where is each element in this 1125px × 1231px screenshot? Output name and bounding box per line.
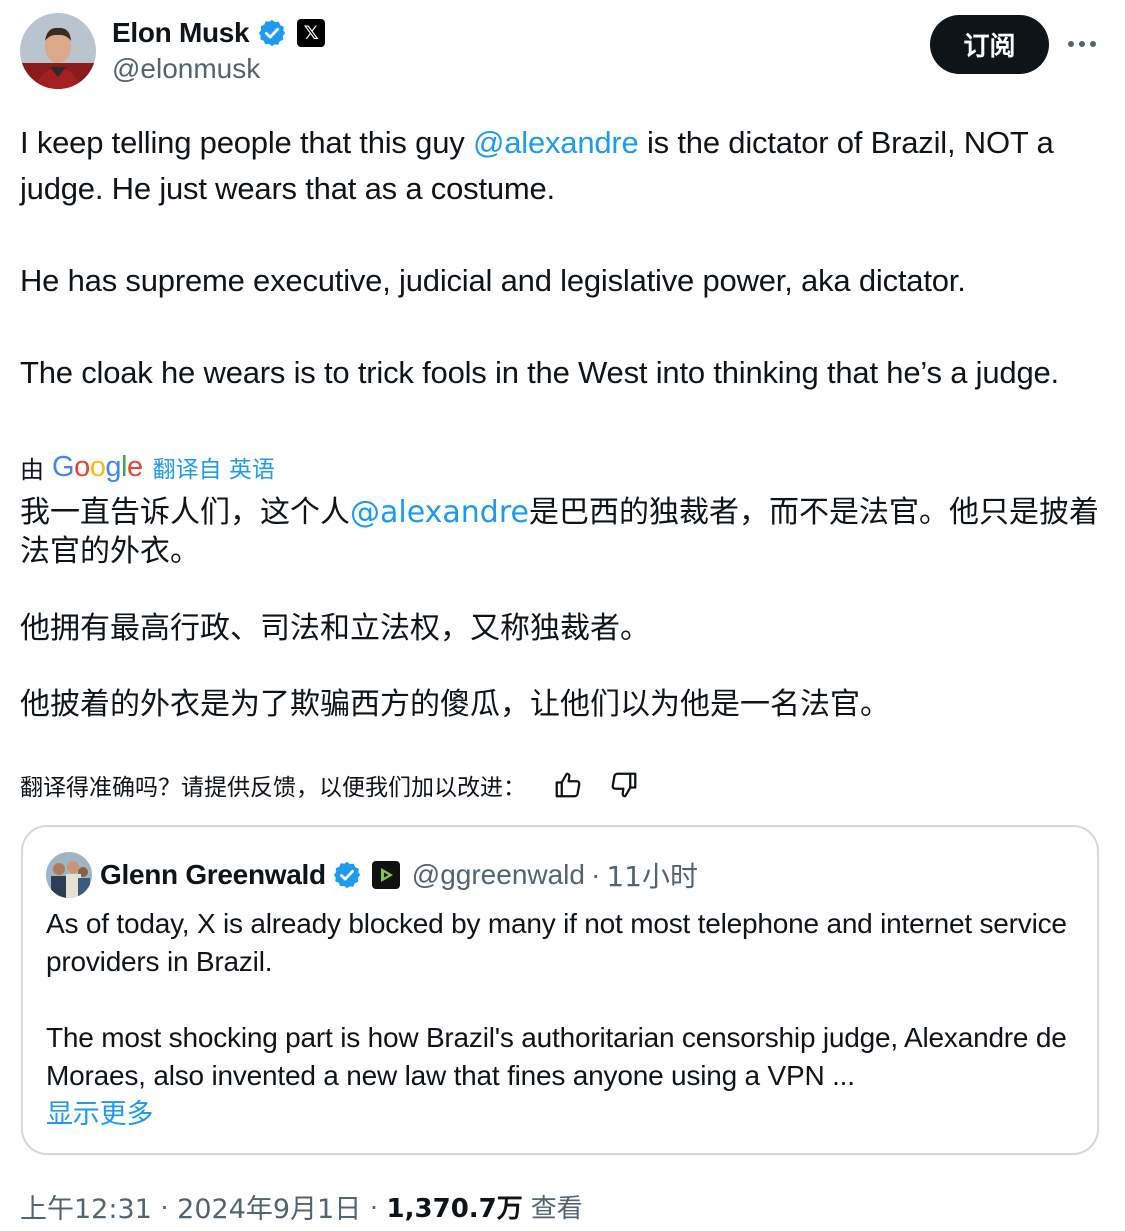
separator-dot: · xyxy=(159,1190,170,1221)
tweet-paragraph-3: The cloak he wears is to trick fools in … xyxy=(20,355,1059,390)
tweet-paragraph-2: He has supreme executive, judicial and l… xyxy=(20,263,966,298)
post-date[interactable]: 2024年9月1日 xyxy=(177,1187,361,1226)
quoted-tweet-time[interactable]: 11小时 xyxy=(606,855,698,895)
quoted-paragraph-2: The most shocking part is how Brazil's a… xyxy=(46,1022,1067,1091)
translated-from-link[interactable]: 翻译自 英语 xyxy=(153,450,275,484)
show-more-link[interactable]: 显示更多 xyxy=(46,1096,153,1134)
tweet-text-segment: I keep telling people that this guy xyxy=(20,125,473,160)
google-logo: Google xyxy=(52,450,143,483)
thumbs-up-icon[interactable] xyxy=(552,769,584,801)
x-affiliation-icon[interactable]: 𝕏 xyxy=(297,19,326,47)
translation-attribution: 由 Google 翻译自 英语 xyxy=(20,447,275,487)
subscribe-button[interactable]: 订阅 xyxy=(930,15,1049,74)
quoted-tweet-header: Glenn Greenwald @ggreenwald · 11小时 xyxy=(46,852,698,898)
translated-text: 我一直告诉人们，这个人@alexandre是巴西的独裁者，而不是法官。他只是披着… xyxy=(20,493,1105,724)
translation-feedback: 翻译得准确吗？请提供反馈，以便我们加以改进： xyxy=(20,766,640,804)
quoted-author-name[interactable]: Glenn Greenwald xyxy=(100,859,326,891)
mention-link[interactable]: @alexandre xyxy=(473,125,639,160)
more-options-icon[interactable] xyxy=(1062,26,1102,62)
view-count: 1,370.7万 xyxy=(386,1193,523,1224)
quoted-author-avatar[interactable] xyxy=(46,852,92,898)
thumbs-down-icon[interactable] xyxy=(608,769,640,801)
quoted-tweet-text: As of today, X is already blocked by man… xyxy=(46,905,1086,1134)
quoted-paragraph-1: As of today, X is already blocked by man… xyxy=(46,908,1067,977)
author-avatar[interactable] xyxy=(20,13,96,89)
translated-mention-link[interactable]: @alexandre xyxy=(350,495,529,530)
quoted-author-handle[interactable]: @ggreenwald xyxy=(412,859,585,891)
tweet-meta: 上午12:31 · 2024年9月1日 · 1,370.7万 查看 xyxy=(20,1186,583,1226)
separator-dot: · xyxy=(369,1190,379,1221)
translated-paragraph-2: 他拥有最高行政、司法和立法权，又称独裁者。 xyxy=(20,611,650,646)
separator-dot: · xyxy=(590,859,601,890)
translated-by-label: 由 xyxy=(20,455,44,484)
translated-paragraph-1: 我一直告诉人们，这个人@alexandre是巴西的独裁者，而不是法官。他只是披着… xyxy=(20,493,1105,571)
translated-paragraph-3: 他披着的外衣是为了欺骗西方的傻瓜，让他们以为他是一名法官。 xyxy=(20,687,890,722)
verified-badge-icon xyxy=(333,861,360,889)
post-time[interactable]: 上午12:31 xyxy=(20,1187,152,1226)
author-name[interactable]: Elon Musk xyxy=(112,17,250,49)
tweet-paragraph-1: I keep telling people that this guy @ale… xyxy=(20,120,1100,212)
tweet-text: I keep telling people that this guy @ale… xyxy=(20,120,1100,396)
views-label: 查看 xyxy=(530,1193,583,1224)
feedback-prompt: 翻译得准确吗？请提供反馈，以便我们加以改进： xyxy=(20,775,526,801)
translated-text-segment: 我一直告诉人们，这个人 xyxy=(20,495,350,530)
rumble-affiliation-icon[interactable] xyxy=(371,861,400,889)
author-handle[interactable]: @elonmusk xyxy=(112,53,260,85)
verified-badge-icon xyxy=(259,19,286,47)
quoted-tweet-card[interactable]: Glenn Greenwald @ggreenwald · 11小时 As of… xyxy=(21,825,1099,1155)
author-name-row: Elon Musk 𝕏 xyxy=(112,14,326,52)
